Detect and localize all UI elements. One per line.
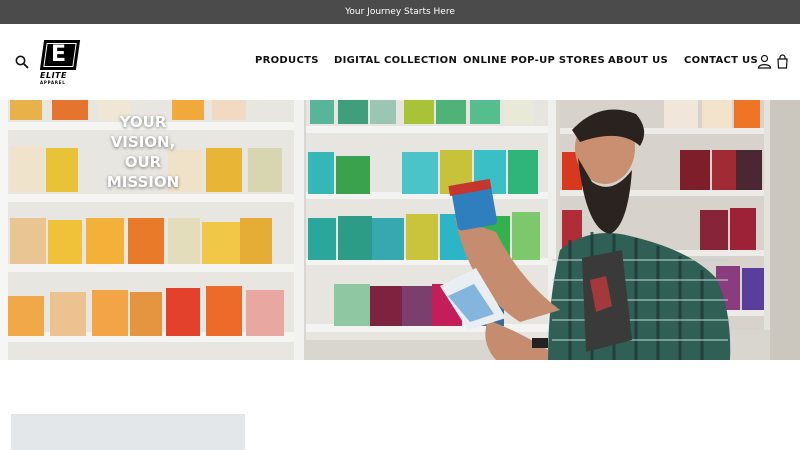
nav-digital-collection[interactable]: DIGITAL COLLECTION	[334, 55, 457, 69]
logo-letter: E	[51, 42, 67, 67]
hero-line-1: YOUR	[119, 113, 167, 131]
nav-products[interactable]: PRODUCTS	[255, 55, 319, 69]
hero-banner: YOUR VISION, OUR MISSION	[0, 100, 800, 360]
user-icon[interactable]	[757, 54, 772, 69]
logo-name: ELITE	[40, 71, 67, 80]
hero-headline: YOUR VISION, OUR MISSION	[96, 112, 190, 192]
cart-icon[interactable]	[775, 54, 790, 69]
search-icon[interactable]	[14, 54, 30, 70]
nav-contact-us[interactable]: CONTACT US	[684, 55, 758, 69]
nav-online-popup-stores[interactable]: ONLINE POP-UP STORES	[463, 55, 605, 69]
hero-line-2: VISION,	[110, 133, 176, 151]
announcement-bar: Your Journey Starts Here	[0, 0, 800, 24]
logo-tagline: APPAREL	[40, 80, 66, 85]
announcement-text: Your Journey Starts Here	[345, 7, 455, 17]
site-header: E ELITE APPAREL PRODUCTS DIGITAL COLLECT…	[0, 24, 800, 100]
content-card-placeholder	[11, 414, 245, 450]
brand-logo[interactable]: E ELITE APPAREL	[38, 40, 82, 86]
nav-about-us[interactable]: ABOUT US	[608, 55, 668, 69]
hero-line-4: MISSION	[106, 173, 180, 191]
hero-line-3: OUR	[124, 153, 162, 171]
